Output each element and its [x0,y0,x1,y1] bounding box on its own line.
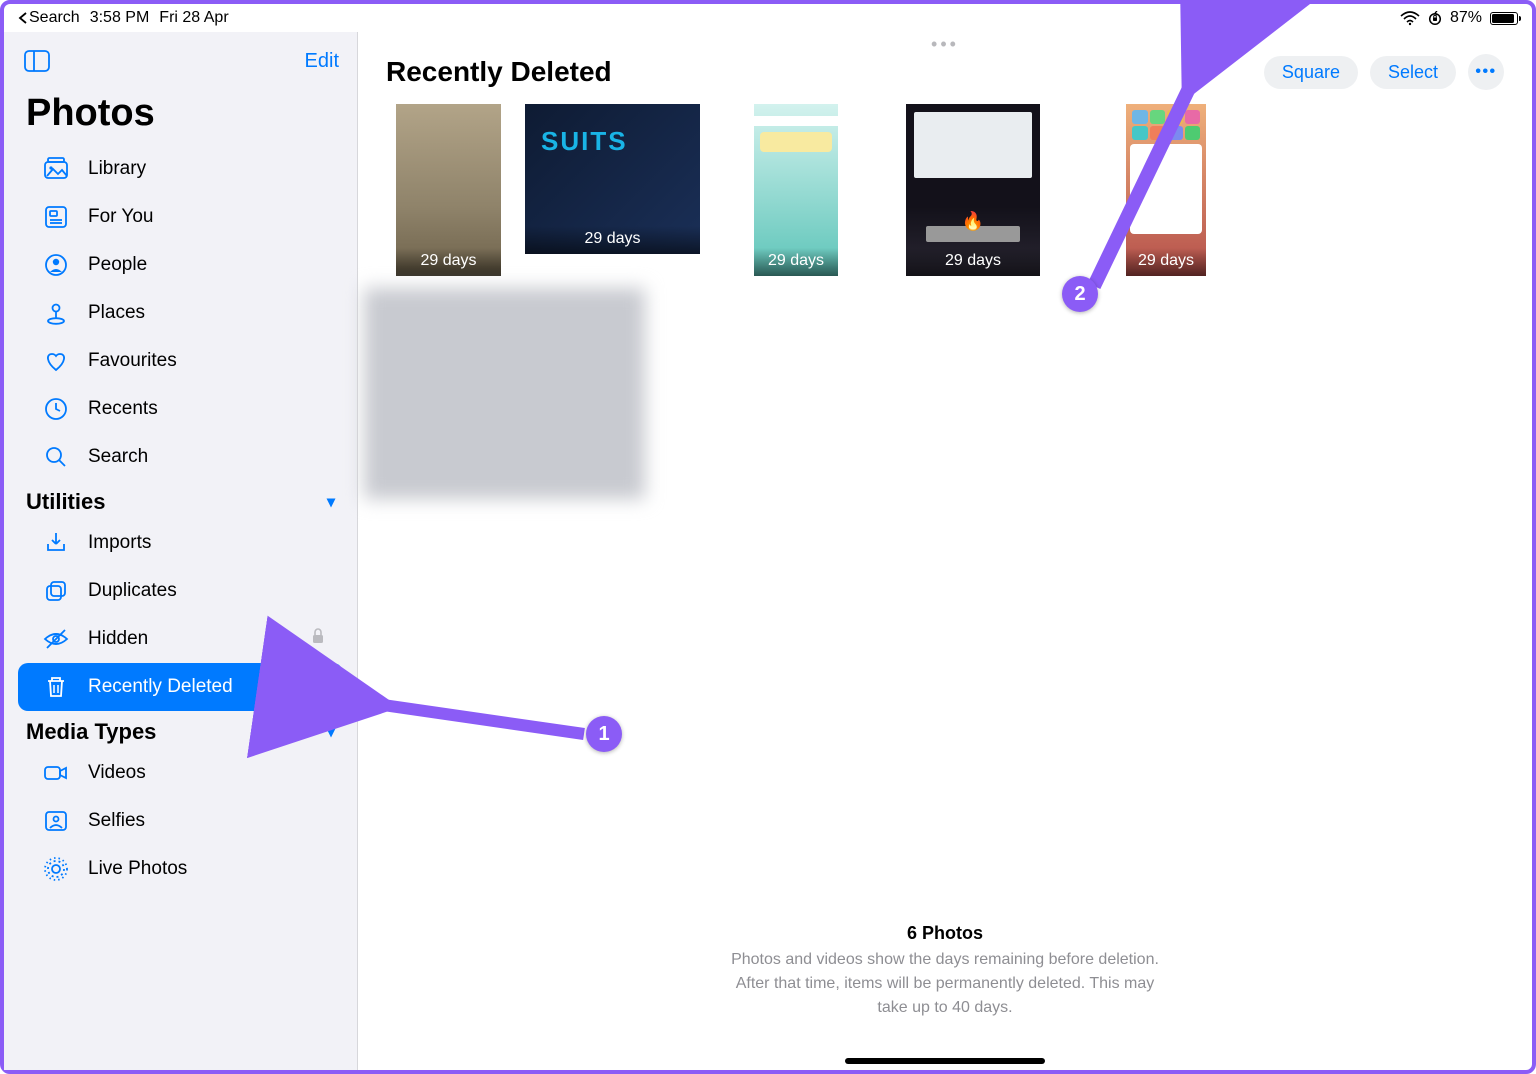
lock-icon [311,628,325,650]
thumb-text: SUITS [541,126,628,157]
chevron-left-icon [18,12,28,24]
sidebar-item-label: People [88,254,147,276]
sidebar-item-favourites[interactable]: Favourites [18,337,343,385]
sidebar-item-duplicates[interactable]: Duplicates [18,567,343,615]
sidebar-item-label: Favourites [88,350,177,372]
sidebar-item-label: Recently Deleted [88,676,233,698]
home-indicator[interactable] [845,1058,1045,1064]
more-button[interactable]: ••• [1468,54,1504,90]
status-left: Search 3:58 PM Fri 28 Apr [18,9,229,27]
sidebar-item-label: Selfies [88,810,145,832]
sidebar-item-foryou[interactable]: For You [18,193,343,241]
content-area: ••• Recently Deleted Square Select ••• 2… [358,32,1532,1070]
import-icon [40,527,72,559]
sidebar-item-label: Library [88,158,146,180]
sidebar-item-places[interactable]: Places [18,289,343,337]
unlock-icon [309,676,325,698]
photo-count: 6 Photos [358,923,1532,944]
eye-off-icon [40,623,72,655]
sidebar-item-recently-deleted[interactable]: Recently Deleted [18,663,343,711]
selfie-icon [40,805,72,837]
annotation-bubble-2: 2 [1062,276,1098,312]
sidebar: Edit Photos Library For You People Place… [4,32,358,1070]
status-bar: Search 3:58 PM Fri 28 Apr 87% [4,4,1532,32]
battery-percent: 87% [1450,9,1482,27]
chevron-down-icon: ▾ [327,722,335,742]
days-remaining: 29 days [396,248,501,276]
photo-thumb[interactable]: 🔥29 days [906,104,1040,276]
sidebar-item-label: Duplicates [88,580,177,602]
status-time: 3:58 PM [90,9,150,27]
sidebar-item-label: Places [88,302,145,324]
back-app-label: Search [29,9,80,27]
days-remaining: 29 days [906,248,1040,276]
section-media-types[interactable]: Media Types ▾ [4,711,357,749]
foryou-icon [40,201,72,233]
select-button[interactable]: Select [1370,56,1456,89]
sidebar-item-label: Hidden [88,628,148,650]
sidebar-item-label: Search [88,446,148,468]
photo-thumb[interactable]: 29 days [754,104,838,276]
people-icon [40,249,72,281]
multitask-dots-icon[interactable]: ••• [925,34,965,55]
footer-hint: Photos and videos show the days remainin… [358,948,1532,1020]
page-title: Recently Deleted [386,56,612,88]
chevron-down-icon: ▾ [327,492,335,512]
library-icon [40,153,72,185]
section-title-label: Media Types [26,719,156,745]
section-utilities[interactable]: Utilities ▾ [4,481,357,519]
edit-button[interactable]: Edit [305,50,339,73]
footer-info: 6 Photos Photos and videos show the days… [358,923,1532,1020]
app-title: Photos [4,78,357,145]
wifi-icon [1400,11,1420,26]
sidebar-item-imports[interactable]: Imports [18,519,343,567]
sidebar-item-selfies[interactable]: Selfies [18,797,343,845]
sidebar-item-label: For You [88,206,154,228]
square-button[interactable]: Square [1264,56,1358,89]
sidebar-item-library[interactable]: Library [18,145,343,193]
annotation-1: 1 [362,676,632,756]
section-title-label: Utilities [26,489,105,515]
sidebar-item-label: Imports [88,532,151,554]
annotation-2: 2 [1054,64,1234,324]
heart-icon [40,345,72,377]
video-icon [40,757,72,789]
battery-icon [1490,12,1518,25]
days-remaining: 29 days [525,226,700,254]
sidebar-item-label: Recents [88,398,158,420]
status-date: Fri 28 Apr [159,9,228,27]
sidebar-item-videos[interactable]: Videos [18,749,343,797]
photo-thumb[interactable]: SUITS 29 days [525,104,700,254]
rotation-lock-icon [1428,11,1442,26]
status-right: 87% [1400,9,1518,27]
sidebar-item-label: Videos [88,762,146,784]
sidebar-item-label: Live Photos [88,858,187,880]
places-icon [40,297,72,329]
clock-icon [40,393,72,425]
sidebar-item-recents[interactable]: Recents [18,385,343,433]
back-to-app[interactable]: Search [18,9,80,27]
duplicates-icon [40,575,72,607]
days-remaining: 29 days [754,248,838,276]
photo-thumb[interactable] [364,288,645,499]
photo-grid: 29 days SUITS 29 days 29 days 🔥29 days 29… [358,94,1532,499]
sidebar-item-hidden[interactable]: Hidden [18,615,343,663]
sidebar-item-people[interactable]: People [18,241,343,289]
search-icon [40,441,72,473]
live-photos-icon [40,853,72,885]
sidebar-item-live-photos[interactable]: Live Photos [18,845,343,893]
annotation-bubble-1: 1 [586,716,622,752]
trash-icon [40,671,72,703]
photo-thumb[interactable]: 29 days [396,104,501,276]
sidebar-item-search[interactable]: Search [18,433,343,481]
sidebar-toggle-icon[interactable] [22,46,52,76]
